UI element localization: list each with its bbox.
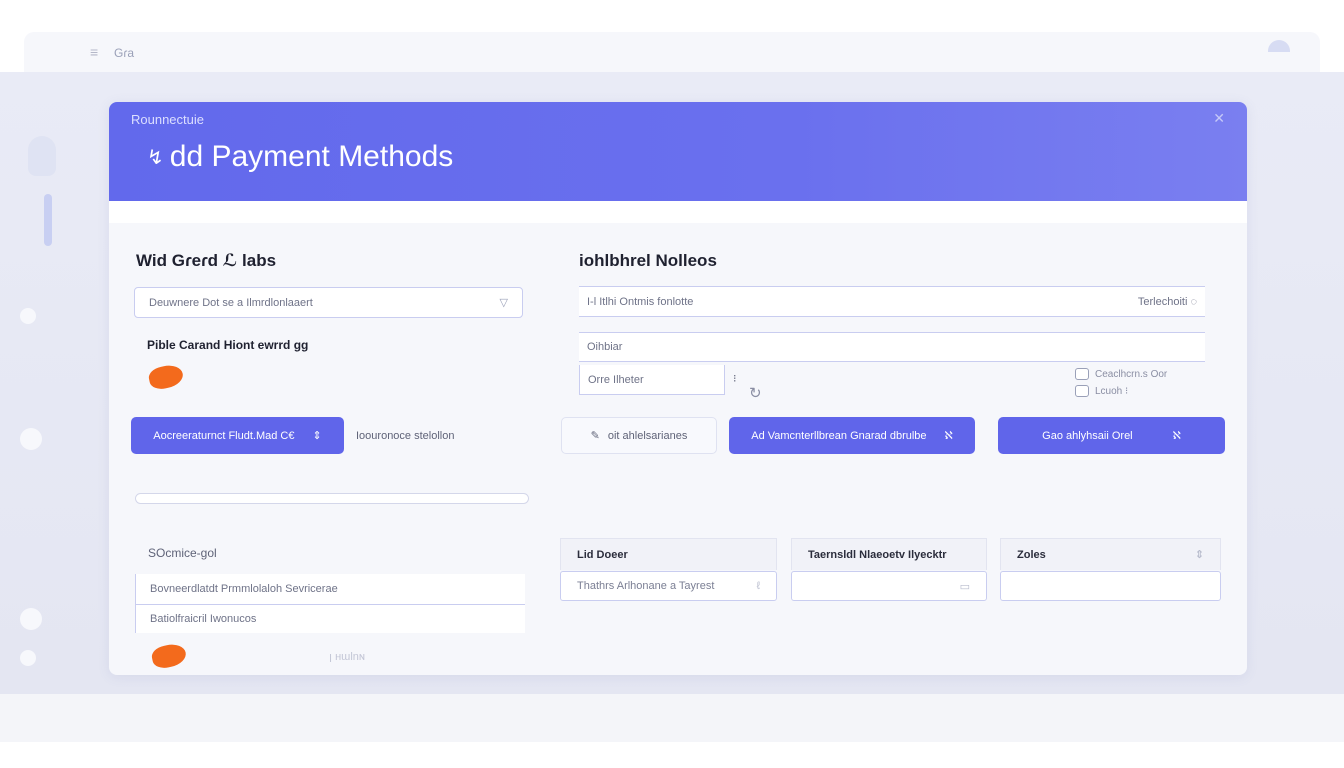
pin-icon[interactable]: ℓ: [756, 580, 760, 592]
profile-icon[interactable]: [1268, 40, 1290, 52]
table-cell-value: Thathrs Arlhonane a Tayrest: [577, 580, 715, 592]
rail-dot-icon[interactable]: [20, 608, 42, 630]
right-section-title: iohlbhrel Nolleos: [579, 251, 717, 270]
card-brand-icon: [147, 362, 185, 392]
schedule-label: SOcmice-ɡol: [148, 546, 217, 560]
checkbox-label: Lcuoh ⁝: [1095, 385, 1129, 397]
table-cell[interactable]: Thathrs Arlhonane a Tayrest ℓ: [560, 571, 777, 601]
option-filter-label: Orre Ilheter: [588, 373, 644, 386]
table-cell[interactable]: ▭: [791, 571, 987, 601]
avatar-icon[interactable]: [28, 136, 56, 176]
rail-dot-icon[interactable]: [20, 308, 36, 324]
preferred-method-value: Bovneerdlatdt Prmmlolaloh Sevricerae: [150, 583, 338, 595]
input-value: Deuwnere Dot se a Ilmrdlonlaaert: [149, 296, 313, 309]
side-rail: [18, 120, 58, 680]
billing-method-value: Batiolfraicril Iwonucos: [150, 613, 257, 625]
checkbox[interactable]: [1075, 368, 1089, 380]
refresh-icon[interactable]: ↻: [749, 384, 762, 402]
option-other[interactable]: Oihbiar: [579, 332, 1205, 362]
payment-search-input[interactable]: Deuwnere Dot se a Ilmrdlonlaaert ▽: [134, 287, 523, 318]
breadcrumb[interactable]: Rounnectuie: [131, 112, 204, 127]
rail-dot-icon[interactable]: [20, 650, 36, 666]
browser-toolbar: ≡ Gɾa: [24, 32, 1320, 72]
progress-track: [135, 493, 529, 504]
rail-indicator: [44, 194, 52, 246]
page-title: ↯ dd Payment Methods: [147, 140, 453, 174]
edit-button-label: oit ahlelsarianes: [607, 429, 688, 442]
checkbox-label: Ceaclhcrn.s Oor: [1095, 368, 1168, 380]
add-card-note: Ioouronoce stelollon: [356, 430, 455, 442]
card-brand-icon: [150, 641, 188, 671]
footer-band: [0, 694, 1344, 742]
preferred-method-field[interactable]: Bovneerdlatdt Prmmlolaloh Sevricerae: [135, 574, 525, 605]
sort-icon[interactable]: ⇕: [1195, 548, 1204, 561]
checkbox-option[interactable]: Lcuoh ⁝: [1075, 385, 1128, 397]
sort-icon: ⇕: [312, 430, 322, 442]
option-other-label: Oihbiar: [587, 341, 623, 353]
save-method-button[interactable]: Gao ahlyhsaii Orel ℵ: [998, 417, 1225, 454]
billing-method-field[interactable]: Batiolfraicril Iwonucos: [135, 605, 525, 633]
verify-method-label: Ad Vamcnterllbrean Gnarad dbrulbe: [751, 429, 927, 442]
card-option-label: Pible Carand Hiont ewrrd ɡɡ: [147, 338, 309, 352]
table-header-label: Lid Doeer: [577, 548, 628, 561]
add-card-button[interactable]: Aocreeraturnct Fludt.Mad C€ ⇕: [131, 417, 344, 454]
footer-note: ꞁ ʜɯlnɴ: [329, 651, 365, 663]
table-cell[interactable]: [1000, 571, 1221, 601]
table-header-2[interactable]: Taernsldl Nlaeoetv Ilyecktr: [791, 538, 987, 570]
table-header-label: Taernsldl Nlaeoetv Ilyecktr: [808, 548, 947, 561]
method-select-value: I-l Itlhi Ontmis fonlotte: [587, 295, 694, 308]
table-header-1[interactable]: Lid Doeer: [560, 538, 777, 570]
back-icon[interactable]: ↯: [147, 145, 164, 170]
more-icon[interactable]: ⁝: [733, 372, 737, 385]
method-select-trail: Terlechoiti ◌: [1137, 295, 1197, 308]
payment-methods-card: Rounnectuie ↯ dd Payment Methods ✕ Wid G…: [109, 102, 1247, 675]
filter-icon[interactable]: ▽: [500, 296, 508, 309]
tab-title[interactable]: Gɾa: [114, 46, 134, 60]
save-method-icon: ℵ: [1172, 430, 1181, 442]
card-header: Rounnectuie ↯ dd Payment Methods ✕: [109, 102, 1247, 201]
header-strip: [109, 201, 1247, 223]
page-title-text: dd Payment Methods: [169, 140, 454, 173]
save-method-label: Gao ahlyhsaii Orel: [1042, 429, 1133, 442]
add-card-button-label: Aocreeraturnct Fludt.Mad C€: [153, 429, 295, 442]
method-select[interactable]: I-l Itlhi Ontmis fonlotte Terlechoiti ◌: [579, 286, 1205, 317]
hamburger-icon[interactable]: ≡: [90, 44, 98, 60]
table-header-label: Zoles: [1017, 548, 1046, 561]
checkbox[interactable]: [1075, 385, 1089, 397]
checkbox-option[interactable]: Ceaclhcrn.s Oor: [1075, 368, 1167, 380]
edit-icon: ✎: [590, 430, 600, 442]
close-icon[interactable]: ✕: [1213, 110, 1225, 127]
verify-method-button[interactable]: Ad Vamcnterllbrean Gnarad dbrulbe ℵ: [729, 417, 975, 454]
card-icon[interactable]: ▭: [960, 580, 970, 593]
left-section-title: Wid Gɾeɾd ℒ labs: [136, 251, 277, 270]
verify-method-icon: ℵ: [944, 430, 953, 442]
option-filter[interactable]: Orre Ilheter: [579, 365, 725, 395]
rail-toggle-icon[interactable]: [20, 428, 42, 450]
table-header-3[interactable]: Zoles ⇕: [1000, 538, 1221, 570]
edit-button[interactable]: ✎ oit ahlelsarianes: [561, 417, 717, 454]
